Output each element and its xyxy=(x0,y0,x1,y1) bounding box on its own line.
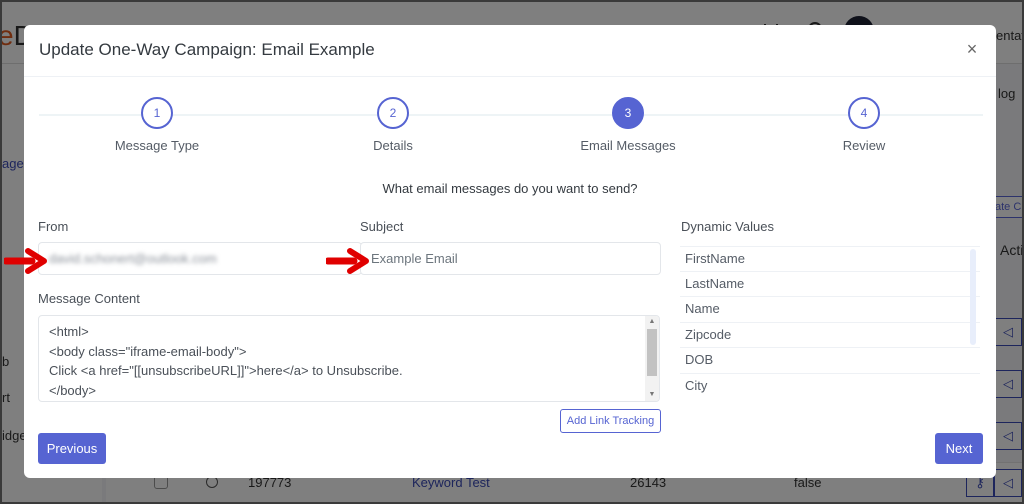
add-link-tracking-button[interactable]: Add Link Tracking xyxy=(560,409,661,433)
dynamic-values-scrollbar[interactable] xyxy=(970,249,976,345)
step-label: Email Messages xyxy=(580,138,676,153)
message-content-textarea[interactable]: <html> <body class="iframe-email-body"> … xyxy=(38,315,660,402)
message-content-label: Message Content xyxy=(38,291,140,306)
close-icon[interactable]: × xyxy=(962,39,982,59)
step-number: 1 xyxy=(141,97,173,129)
message-content-lines: <html> <body class="iframe-email-body"> … xyxy=(39,316,659,401)
content-line: <body class="iframe-email-body"> xyxy=(49,343,247,359)
content-line: </body> xyxy=(49,382,96,398)
wizard-stepper: 1 Message Type 2 Details 3 Email Message… xyxy=(39,97,983,157)
dynamic-values-label: Dynamic Values xyxy=(681,219,774,234)
step-review[interactable]: 4 Review xyxy=(784,97,944,153)
next-button[interactable]: Next xyxy=(935,433,983,464)
dynamic-value-item[interactable]: Zipcode xyxy=(680,323,980,348)
step-number: 4 xyxy=(848,97,880,129)
step-email-messages[interactable]: 3 Email Messages xyxy=(548,97,708,153)
step-label: Details xyxy=(373,138,413,153)
scroll-up-arrow-icon[interactable]: ▲ xyxy=(645,316,659,328)
dynamic-value-item[interactable]: FirstName xyxy=(680,246,980,272)
scroll-thumb[interactable] xyxy=(647,329,657,376)
previous-button[interactable]: Previous xyxy=(38,433,106,464)
step-number: 3 xyxy=(612,97,644,129)
annotation-arrow-icon xyxy=(4,248,47,274)
modal-header: Update One-Way Campaign: Email Example × xyxy=(24,25,996,77)
dynamic-values-list: FirstName LastName Name Zipcode DOB City xyxy=(680,246,980,398)
subject-input[interactable]: Example Email xyxy=(360,242,661,275)
dynamic-value-item[interactable]: City xyxy=(680,374,980,399)
content-line: Click <a href="[[unsubscribeURL]]">here<… xyxy=(49,363,403,378)
textarea-scrollbar[interactable]: ▲ ▼ xyxy=(645,316,659,401)
dynamic-value-item[interactable]: Name xyxy=(680,297,980,323)
content-line: </html> xyxy=(49,400,649,401)
step-label: Message Type xyxy=(114,138,200,153)
step-prompt: What email messages do you want to send? xyxy=(382,181,638,196)
subject-value: Example Email xyxy=(371,251,458,266)
from-label: From xyxy=(38,219,69,234)
content-line: <html> xyxy=(49,324,89,339)
update-campaign-modal: Update One-Way Campaign: Email Example ×… xyxy=(24,25,996,478)
annotation-arrow-icon xyxy=(326,248,369,274)
dynamic-value-item[interactable]: LastName xyxy=(680,272,980,297)
modal-title: Update One-Way Campaign: Email Example xyxy=(39,40,375,59)
step-details[interactable]: 2 Details xyxy=(313,97,473,153)
step-number: 2 xyxy=(377,97,409,129)
from-input[interactable]: david.schonert@outlook.com xyxy=(38,242,362,275)
scroll-down-arrow-icon[interactable]: ▼ xyxy=(645,389,659,401)
subject-label: Subject xyxy=(360,219,404,234)
dynamic-value-item[interactable]: DOB xyxy=(680,348,980,374)
from-value: david.schonert@outlook.com xyxy=(49,251,217,266)
step-message-type[interactable]: 1 Message Type xyxy=(77,97,237,153)
step-label: Review xyxy=(842,138,886,153)
